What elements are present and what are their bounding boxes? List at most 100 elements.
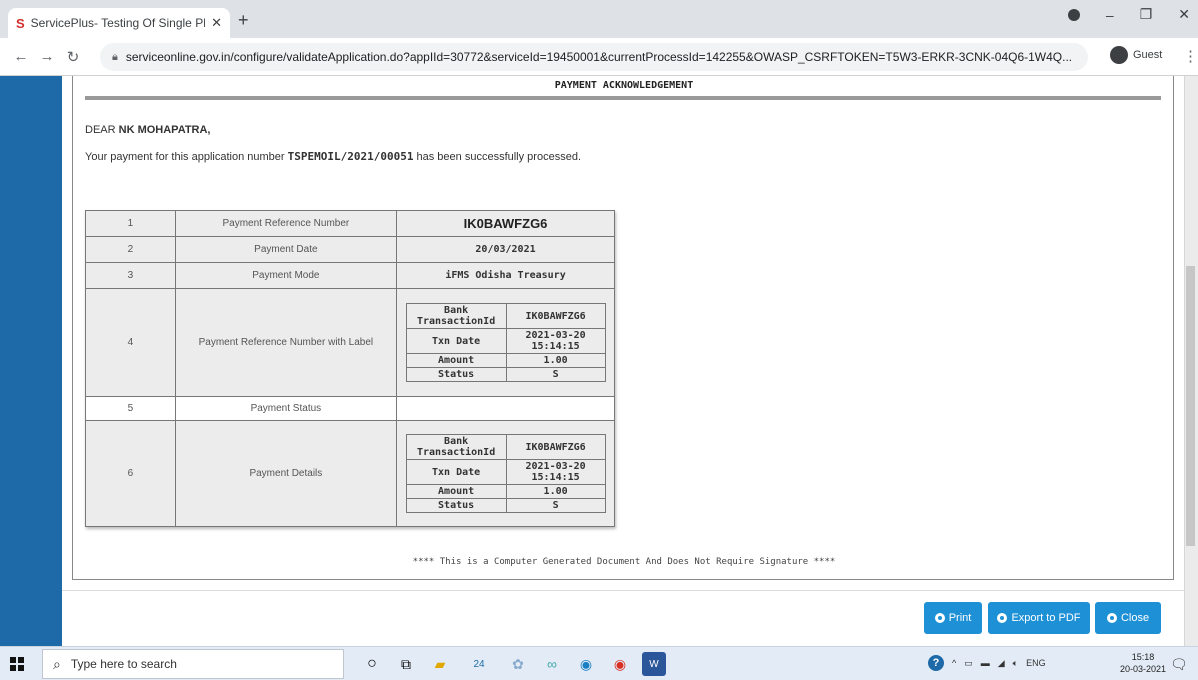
show-hidden-icons-icon[interactable]: ^: [952, 658, 956, 668]
application-number: TSPEMOIL/2021/00051: [287, 150, 414, 163]
window-close-button[interactable]: ✕: [1178, 6, 1190, 23]
browser-menu-icon[interactable]: ⋮: [1183, 47, 1198, 65]
detail-label: Amount: [405, 484, 507, 499]
computer-generated-note: **** This is a Computer Generated Docume…: [412, 557, 836, 567]
notification-icon[interactable]: 🗨︎: [1170, 656, 1188, 673]
profile-avatar-icon: [1110, 46, 1128, 64]
taskbar-clock[interactable]: 15:18 20-03-2021: [1120, 651, 1166, 675]
detail-label: Status: [405, 367, 507, 382]
row-label: Payment Details: [174, 420, 398, 527]
page-viewport: PAYMENT ACKNOWLEDGEMENT DEAR NK MOHAPATR…: [0, 76, 1198, 646]
payment-message: Your payment for this application number…: [85, 150, 581, 163]
close-button[interactable]: Close: [1095, 602, 1161, 634]
detail-value: IK0BAWFZG6: [505, 434, 606, 460]
table-row: 2 Payment Date 20/03/2021: [85, 236, 615, 263]
page-title: PAYMENT ACKNOWLEDGEMENT: [554, 80, 694, 91]
scrollbar-thumb[interactable]: [1186, 266, 1195, 546]
word-app-icon[interactable]: W: [642, 652, 666, 676]
page-side-band: [0, 76, 62, 646]
taskbar-search-box[interactable]: ⌕ Type here to search: [42, 649, 344, 679]
row-label: Payment Mode: [174, 262, 398, 289]
infinity-app-icon[interactable]: ∞: [540, 652, 564, 676]
row-number: 5: [85, 396, 176, 421]
export-pdf-button[interactable]: Export to PDF: [988, 602, 1090, 634]
detail-value: 1.00: [505, 484, 606, 499]
detail-value: S: [505, 498, 606, 513]
new-tab-button[interactable]: +: [238, 10, 249, 31]
detail-value: IK0BAWFZG6: [505, 303, 606, 329]
row-number: 4: [85, 288, 176, 397]
windows-taskbar: ⌕ Type here to search ○ ⧉ ▰ 24 ✿ ∞ ◉ ◉ W…: [0, 646, 1198, 680]
profile-label: Guest: [1133, 49, 1163, 61]
mail-badge: 24: [473, 658, 485, 670]
cortana-icon[interactable]: ○: [360, 652, 384, 676]
table-row: 3 Payment Mode iFMS Odisha Treasury: [85, 262, 615, 289]
modal-footer: Print Export to PDF Close: [62, 590, 1184, 646]
table-row: 6 Payment Details Bank TransactionId IK0B…: [85, 420, 615, 527]
display-icon[interactable]: ▭: [964, 658, 973, 669]
forward-icon[interactable]: →: [34, 48, 60, 65]
salutation: DEAR NK MOHAPATRA,: [85, 124, 211, 136]
title-divider: [85, 96, 1161, 100]
tab-close-icon[interactable]: ✕: [211, 15, 222, 31]
transaction-details: Bank TransactionId IK0BAWFZG6 Txn Date 202…: [405, 303, 606, 382]
payment-details: Bank TransactionId IK0BAWFZG6 Txn Date 202…: [405, 434, 606, 513]
applicant-name: NK MOHAPATRA,: [118, 124, 211, 136]
detail-value: 2021-03-20 15:14:15: [505, 459, 606, 485]
lock-icon[interactable]: 🔒︎: [112, 51, 118, 64]
browser-tab-bar: S ServicePlus- Testing Of Single Ph ✕ + …: [0, 0, 1198, 38]
table-row: 4 Payment Reference Number with Label Ba…: [85, 288, 615, 397]
payment-date: 20/03/2021: [396, 236, 615, 263]
extension-icon[interactable]: [1067, 8, 1080, 21]
url-text: serviceonline.gov.in/configure/validateA…: [125, 50, 1073, 64]
clock-date: 20-03-2021: [1120, 664, 1167, 674]
table-row: 1 Payment Reference Number IK0BAWFZG6: [85, 210, 615, 237]
language-indicator[interactable]: ENG: [1026, 658, 1046, 668]
detail-label: Txn Date: [405, 328, 507, 354]
flower-app-icon[interactable]: ✿: [506, 652, 530, 676]
volume-icon[interactable]: 🔈︎: [1013, 658, 1018, 669]
detail-label: Txn Date: [405, 459, 507, 485]
browser-tab[interactable]: S ServicePlus- Testing Of Single Ph ✕: [8, 8, 230, 38]
message-suffix: has been successfully processed.: [416, 151, 581, 163]
tab-title: ServicePlus- Testing Of Single Ph: [30, 16, 206, 30]
payment-reference-number: IK0BAWFZG6: [463, 216, 548, 231]
restore-button[interactable]: ❐: [1140, 6, 1153, 23]
task-view-icon[interactable]: ⧉: [394, 652, 418, 676]
payment-status: [396, 396, 615, 421]
row-number: 1: [85, 210, 176, 237]
minimize-button[interactable]: –: [1106, 7, 1114, 23]
windows-start-icon[interactable]: [10, 657, 24, 671]
salutation-prefix: DEAR: [85, 124, 116, 136]
address-bar[interactable]: 🔒︎ serviceonline.gov.in/configure/valida…: [100, 43, 1088, 71]
detail-label: Bank TransactionId: [405, 303, 507, 329]
message-prefix: Your payment for this application number: [85, 151, 285, 163]
battery-icon[interactable]: ▬: [981, 658, 990, 668]
reload-icon[interactable]: ↻: [60, 48, 86, 66]
payment-table: 1 Payment Reference Number IK0BAWFZG6 2 …: [85, 210, 615, 527]
help-icon[interactable]: ?: [928, 655, 944, 671]
row-number: 3: [85, 262, 176, 289]
close-label: Close: [1120, 612, 1150, 624]
close-circle-icon: [1106, 613, 1117, 623]
row-label: Payment Status: [174, 396, 398, 421]
detail-value: 1.00: [505, 353, 606, 368]
file-explorer-icon[interactable]: ▰: [428, 652, 452, 676]
profile-button[interactable]: Guest: [1110, 46, 1162, 64]
browser-toolbar: ← → ↻ 🔒︎ serviceonline.gov.in/configure/…: [0, 38, 1198, 76]
row-number: 6: [85, 420, 176, 527]
print-label: Print: [948, 612, 972, 624]
edge-browser-icon[interactable]: ◉: [574, 652, 598, 676]
network-icon[interactable]: ◢: [998, 658, 1005, 669]
acknowledgement-modal: PAYMENT ACKNOWLEDGEMENT DEAR NK MOHAPATR…: [62, 76, 1184, 646]
row-label: Payment Reference Number: [174, 210, 398, 237]
row-number: 2: [85, 236, 176, 263]
print-circle-icon: [934, 613, 945, 623]
export-pdf-label: Export to PDF: [1011, 612, 1081, 624]
chrome-browser-icon[interactable]: ◉: [608, 652, 632, 676]
back-icon[interactable]: ←: [8, 48, 34, 65]
detail-value: S: [505, 367, 606, 382]
mail-icon[interactable]: 24: [462, 652, 496, 676]
print-button[interactable]: Print: [924, 602, 982, 634]
row-label: Payment Date: [174, 236, 398, 263]
